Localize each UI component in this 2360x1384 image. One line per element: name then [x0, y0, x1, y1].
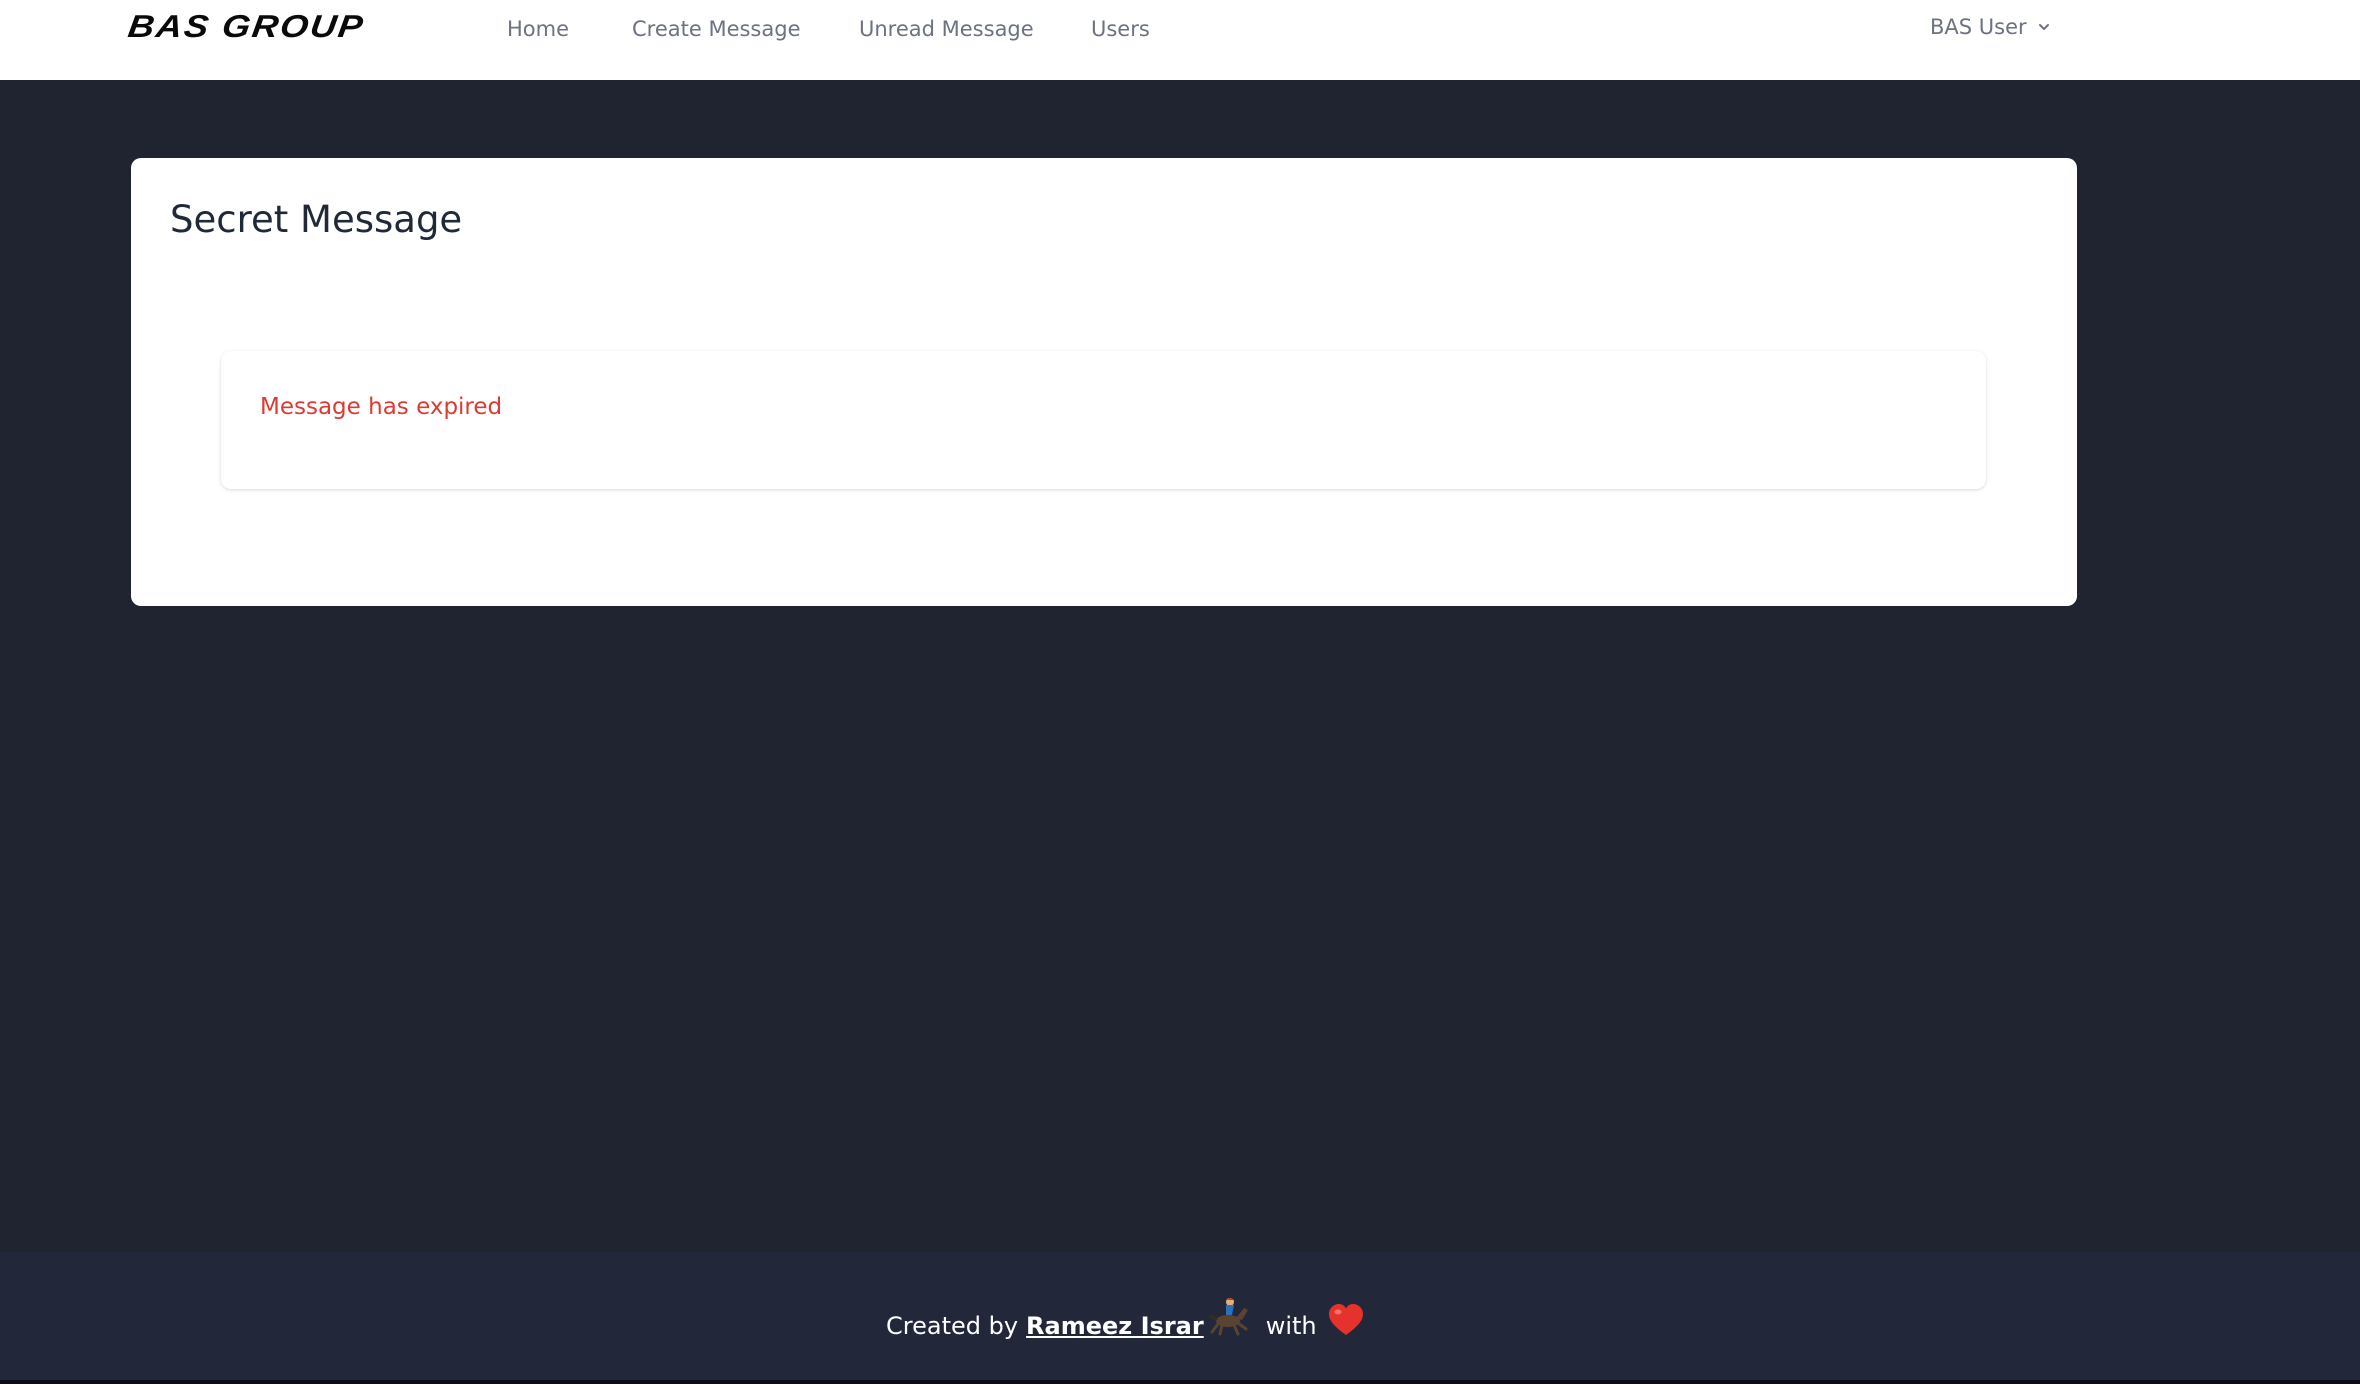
- footer-credit: Created by Rameez Israr with: [886, 1298, 1365, 1343]
- author-link[interactable]: Rameez Israr: [1026, 1312, 1204, 1340]
- nav-link-create-message[interactable]: Create Message: [632, 17, 801, 41]
- footer-prefix-text: Created by: [886, 1312, 1019, 1340]
- top-navigation-bar: BAS GROUP Home Create Message Unread Mes…: [0, 0, 2360, 80]
- nav-link-unread-message[interactable]: Unread Message: [859, 17, 1034, 41]
- user-menu-label: BAS User: [1930, 15, 2027, 39]
- user-menu-dropdown[interactable]: BAS User: [1930, 15, 2051, 39]
- alert-message-text: Message has expired: [260, 394, 503, 420]
- footer-bottom-border: [0, 1380, 2360, 1384]
- chevron-down-icon: [2037, 20, 2051, 34]
- page-footer: Created by Rameez Israr with: [0, 1252, 2360, 1380]
- jockey-icon: [1208, 1296, 1250, 1342]
- footer-with-text: with: [1265, 1312, 1317, 1340]
- expired-message-alert: Message has expired: [221, 351, 1986, 489]
- page-title: Secret Message: [170, 198, 463, 241]
- heart-icon: [1327, 1303, 1365, 1343]
- nav-link-home[interactable]: Home: [507, 17, 569, 41]
- brand-logo[interactable]: BAS GROUP: [126, 8, 367, 45]
- nav-link-users[interactable]: Users: [1091, 17, 1150, 41]
- secret-message-card: Secret Message Message has expired: [131, 158, 2077, 606]
